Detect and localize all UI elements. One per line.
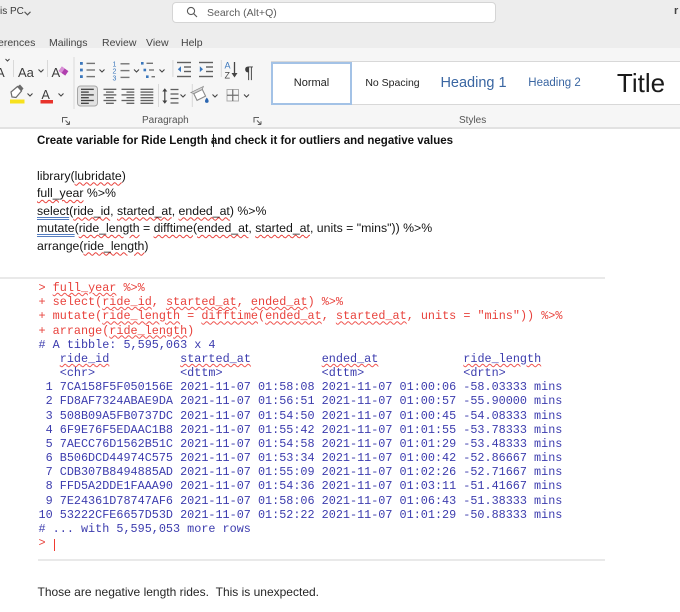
svg-text:1: 1: [113, 62, 117, 69]
svg-text:Z: Z: [225, 71, 231, 81]
svg-text:3: 3: [113, 76, 117, 83]
svg-text:A: A: [225, 61, 231, 71]
svg-text:Aa: Aa: [18, 65, 35, 80]
svg-text:A: A: [52, 65, 61, 80]
svg-text:¶: ¶: [245, 63, 254, 82]
svg-text:A: A: [42, 88, 51, 102]
svg-text:A: A: [0, 65, 5, 80]
svg-text:2: 2: [113, 69, 117, 76]
